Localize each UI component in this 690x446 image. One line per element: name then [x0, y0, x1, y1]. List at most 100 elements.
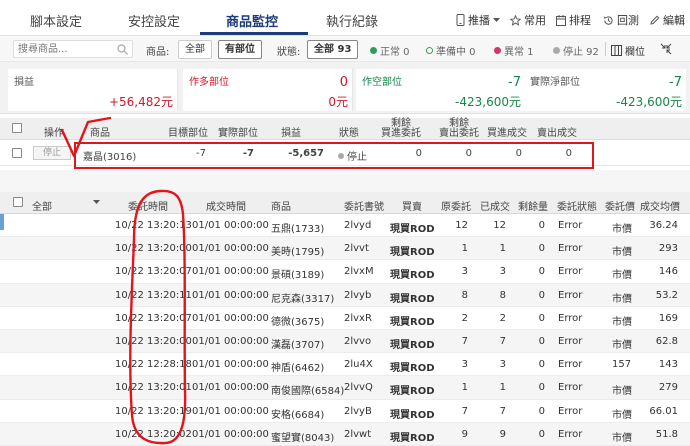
long-card: 作多部位 0 0元	[183, 69, 353, 111]
remain-cell: 0	[538, 266, 545, 278]
net-label: 實際淨部位	[530, 77, 580, 88]
col-order-product[interactable]: 商品	[271, 198, 291, 213]
table-row[interactable]: 10/22 13:20:00 01/01 00:00:00 漢磊(3707) 2…	[0, 330, 690, 354]
annotation-box	[74, 142, 594, 169]
divider	[605, 42, 606, 56]
col-avg[interactable]: 成交均價	[640, 198, 680, 213]
product-cell: 南俊國際(6584)	[271, 386, 345, 398]
fill-time-cell: 01/01 00:00:00	[192, 382, 269, 394]
side-cell: 現買ROD	[390, 316, 435, 328]
position-row-checkbox[interactable]	[12, 148, 22, 158]
side-cell: 現買ROD	[390, 247, 435, 259]
favorite-button[interactable]: 常用	[510, 12, 546, 28]
push-button[interactable]: 推播	[456, 12, 500, 28]
orig-cell: 9	[461, 428, 468, 440]
stop-button[interactable]: 停止	[33, 146, 71, 160]
table-row[interactable]: 10/22 13:20:07 01/01 00:00:00 德微(3675) 2…	[0, 307, 690, 330]
pnl-card: 損益 +56,482元	[8, 69, 178, 111]
collapse-icon[interactable]	[660, 43, 672, 55]
order-status-cell: Error	[558, 405, 583, 417]
select-all-positions-checkbox[interactable]	[12, 123, 22, 133]
product-filter-all[interactable]: 全部	[178, 40, 212, 59]
schedule-button[interactable]: 排程	[556, 12, 591, 28]
table-row[interactable]: 10/22 13:20:19 01/01 00:00:00 安格(6684) 2…	[0, 400, 690, 423]
fill-time-cell: 01/01 00:00:00	[192, 289, 269, 301]
col-actual[interactable]: 實際部位	[218, 124, 258, 139]
product-filter-label: 商品:	[146, 47, 170, 58]
status-filter-stopped[interactable]: 停止 92	[553, 43, 599, 58]
col-sell-fill[interactable]: 賣出成交	[537, 124, 577, 139]
order-time-cell: 10/22 13:20:11	[115, 289, 192, 301]
status-filter-ready[interactable]: 準備中 0	[426, 43, 476, 58]
tab-script-settings[interactable]: 腳本設定	[30, 11, 82, 30]
product-cell: 美時(1795)	[271, 247, 325, 259]
remain-cell: 0	[538, 359, 545, 371]
section-gap	[0, 170, 690, 192]
tab-execution-log[interactable]: 執行紀錄	[326, 11, 378, 30]
col-rem-buy[interactable]: 剩餘 買進委託	[372, 119, 430, 139]
order-time-cell: 10/22 13:20:07	[115, 312, 192, 324]
order-status-cell: Error	[558, 359, 583, 371]
search-input[interactable]	[18, 41, 116, 57]
col-fill-time[interactable]: 成交時間	[206, 198, 246, 213]
edit-button[interactable]: 編輯	[650, 12, 685, 28]
product-cell: 蜜望實(8043)	[271, 432, 335, 444]
orig-cell: 3	[461, 266, 468, 278]
table-row[interactable]: 10/22 12:28:18 01/01 00:00:00 神盾(6462) 2…	[0, 353, 690, 377]
fill-time-cell: 01/01 00:00:00	[192, 428, 269, 440]
order-no-cell: 2lvvQ	[344, 382, 373, 394]
product-filter-has-position[interactable]: 有部位	[218, 40, 262, 59]
product-cell: 五鼎(1733)	[271, 224, 325, 235]
remain-cell: 0	[538, 382, 545, 394]
net-qty: -7	[669, 75, 682, 90]
col-target[interactable]: 目標部位	[168, 124, 208, 139]
col-buy-fill[interactable]: 買進成交	[487, 124, 527, 139]
filled-cell: 3	[499, 266, 506, 278]
order-no-cell: 2lvwt	[344, 428, 372, 440]
col-pnl[interactable]: 損益	[281, 124, 301, 139]
fill-time-cell: 01/01 00:00:00	[192, 405, 269, 417]
col-order-status[interactable]: 委託狀態	[557, 198, 597, 213]
status-filter-normal[interactable]: 正常 0	[370, 43, 410, 58]
side-cell: 現買ROD	[390, 409, 435, 421]
col-orig[interactable]: 原委託	[441, 198, 471, 213]
col-filled[interactable]: 已成交	[480, 198, 510, 213]
col-side[interactable]: 買賣	[402, 198, 422, 213]
backtest-button[interactable]: 回測	[603, 12, 639, 28]
filled-cell: 1	[499, 382, 506, 394]
select-all-orders-checkbox[interactable]	[13, 197, 23, 207]
col-order-time[interactable]: 委託時間	[128, 198, 168, 213]
chevron-down-icon[interactable]	[93, 200, 100, 205]
col-price[interactable]: 委託價	[605, 198, 635, 213]
net-card: 實際淨部位 -7 -423,600元	[524, 69, 686, 111]
schedule-label: 排程	[569, 14, 591, 27]
col-product[interactable]: 商品	[90, 124, 110, 139]
col-rem-sell[interactable]: 剩餘 賣出委託	[430, 119, 488, 139]
table-row[interactable]: 10/22 13:20:07 01/01 00:00:00 景碩(3189) 2…	[0, 260, 690, 284]
col-order-no[interactable]: 委託書號	[344, 198, 384, 213]
top-tab-bar: 腳本設定 安控設定 商品監控 執行紀錄 推播 常用 排程 回測 編輯	[0, 0, 690, 36]
col-remain[interactable]: 剩餘量	[518, 198, 548, 213]
order-no-cell: 2lvxR	[344, 312, 372, 324]
avg-cell: 36.24	[649, 220, 678, 231]
remain-cell: 0	[538, 243, 545, 255]
col-status[interactable]: 狀態	[339, 124, 359, 139]
table-row[interactable]: 10/22 13:20:01 01/01 00:00:00 南俊國際(6584)…	[0, 376, 690, 400]
table-row[interactable]: 10/22 13:20:02 01/01 00:00:00 蜜望實(8043) …	[0, 422, 690, 446]
tab-product-monitor[interactable]: 商品監控	[226, 11, 278, 30]
history-icon	[604, 15, 613, 25]
table-row[interactable]: 10/22 13:20:00 01/01 00:00:00 美時(1795) 2…	[0, 237, 690, 261]
table-row[interactable]: 10/22 13:20:11 01/01 00:00:00 尼克森(3317) …	[0, 283, 690, 307]
side-cell: 現買ROD	[390, 340, 435, 351]
table-row[interactable]: 10/22 13:20:13 01/01 00:00:00 五鼎(1733) 2…	[0, 214, 690, 238]
gray-dot-icon	[553, 47, 560, 54]
search-icon[interactable]	[117, 44, 128, 55]
columns-button[interactable]: 欄位	[611, 43, 645, 58]
pnl-value: +56,482元	[108, 95, 173, 109]
orders-filter-all[interactable]: 全部	[32, 198, 52, 213]
status-filter-abnormal[interactable]: 異常 1	[494, 43, 534, 58]
orig-cell: 3	[461, 359, 468, 371]
status-filter-all[interactable]: 全部 93	[307, 40, 359, 59]
tab-risk-settings[interactable]: 安控設定	[128, 11, 180, 30]
orig-cell: 12	[455, 220, 468, 231]
